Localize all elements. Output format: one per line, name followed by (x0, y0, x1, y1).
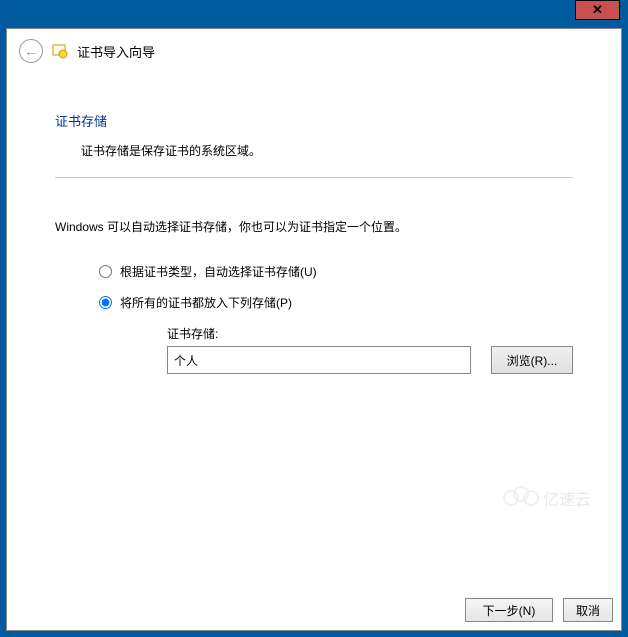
cancel-button[interactable]: 取消 (563, 598, 613, 622)
instruction-text: Windows 可以自动选择证书存储，你也可以为证书指定一个位置。 (55, 218, 573, 235)
close-icon: ✕ (592, 2, 603, 18)
wizard-window: ← 证书导入向导 证书存储 证书存储是保存证书的系统区域。 Windows 可以… (6, 28, 622, 631)
section-description: 证书存储是保存证书的系统区域。 (81, 142, 573, 159)
wizard-header: ← 证书导入向导 (7, 29, 621, 73)
back-button[interactable]: ← (19, 39, 43, 63)
watermark: 亿速云 (503, 486, 591, 510)
certificate-icon (51, 42, 69, 60)
watermark-text: 亿速云 (543, 486, 591, 510)
radio-manual-row[interactable]: 将所有的证书都放入下列存储(P) (99, 294, 573, 311)
radio-manual[interactable] (99, 296, 112, 309)
radio-group: 根据证书类型，自动选择证书存储(U) 将所有的证书都放入下列存储(P) 证书存储… (99, 263, 573, 374)
back-arrow-icon: ← (24, 43, 38, 59)
store-label: 证书存储: (167, 325, 573, 342)
store-input[interactable] (167, 346, 471, 374)
radio-auto[interactable] (99, 265, 112, 278)
radio-auto-label: 根据证书类型，自动选择证书存储(U) (120, 263, 317, 280)
watermark-logo-icon (503, 486, 539, 510)
radio-auto-row[interactable]: 根据证书类型，自动选择证书存储(U) (99, 263, 573, 280)
store-row: 浏览(R)... (167, 346, 573, 374)
footer-buttons: 下一步(N) 取消 (465, 598, 613, 622)
wizard-title: 证书导入向导 (77, 42, 155, 61)
store-section: 证书存储: 浏览(R)... (167, 325, 573, 374)
section-title: 证书存储 (55, 111, 573, 130)
radio-manual-label: 将所有的证书都放入下列存储(P) (120, 294, 292, 311)
divider (55, 177, 573, 178)
close-button[interactable]: ✕ (575, 0, 620, 20)
next-button[interactable]: 下一步(N) (465, 598, 553, 622)
browse-button[interactable]: 浏览(R)... (491, 346, 573, 374)
content-area: 证书存储 证书存储是保存证书的系统区域。 Windows 可以自动选择证书存储，… (7, 73, 621, 374)
title-bar: ✕ (0, 0, 628, 28)
